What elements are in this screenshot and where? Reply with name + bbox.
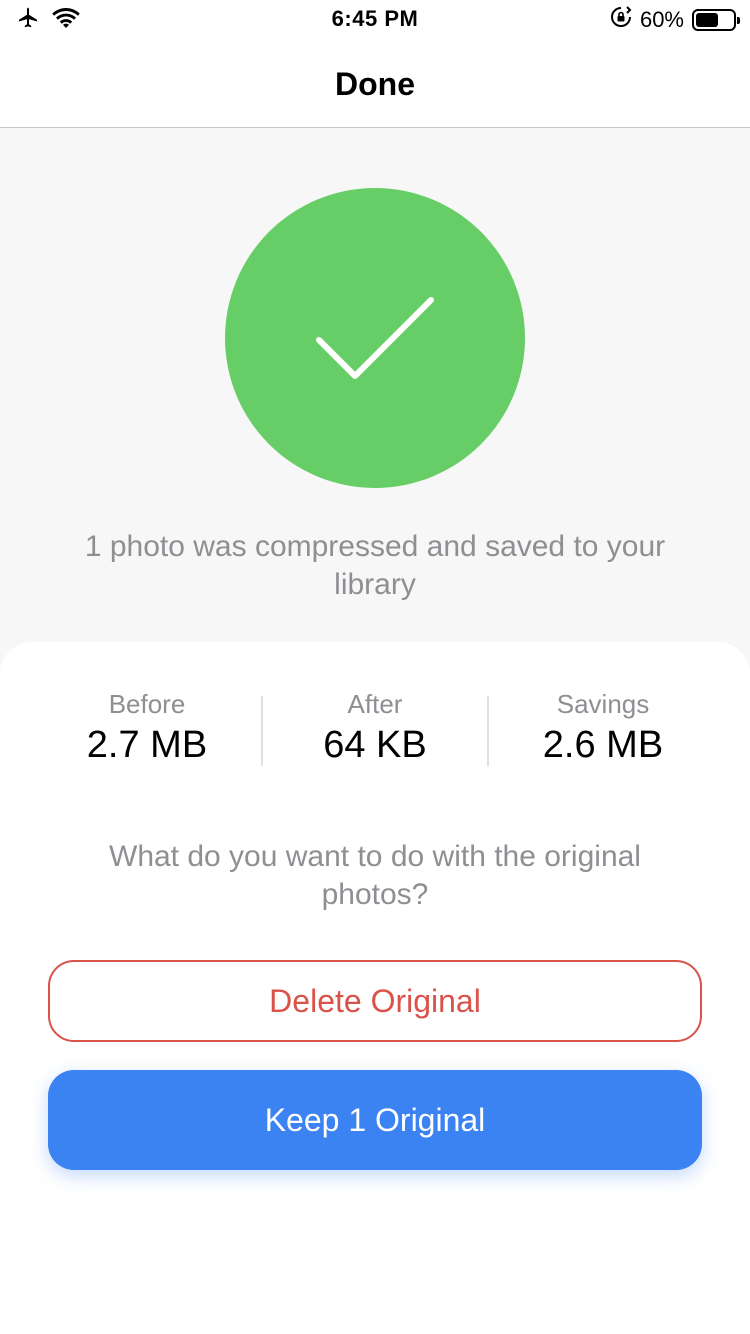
stat-before-label: Before bbox=[108, 689, 186, 719]
stat-before: Before 2.7 MB bbox=[32, 688, 262, 770]
stat-savings-label: Savings bbox=[556, 689, 650, 719]
original-photos-question: What do you want to do with the original… bbox=[109, 840, 641, 911]
battery-cap bbox=[737, 16, 740, 24]
battery-fill bbox=[696, 12, 718, 27]
stat-savings: Savings 2.6 MB bbox=[488, 688, 718, 770]
keep-original-button[interactable]: Keep 1 Original bbox=[48, 1070, 702, 1170]
battery-icon bbox=[692, 8, 740, 31]
screen: 6:45 PM 60% Done 1 photo was compressed … bbox=[0, 0, 750, 1334]
stat-after-value: 64 KB bbox=[323, 724, 427, 766]
stat-before-value: 2.7 MB bbox=[86, 724, 208, 766]
status-bar: 6:45 PM 60% bbox=[0, 0, 750, 40]
orientation-lock-icon bbox=[610, 6, 632, 33]
delete-original-button[interactable]: Delete Original bbox=[48, 960, 702, 1042]
page-title[interactable]: Done bbox=[0, 66, 750, 103]
checkmark-icon bbox=[316, 297, 434, 379]
status-right: 60% bbox=[610, 6, 740, 33]
navigation-bar: Done bbox=[0, 40, 750, 128]
success-circle bbox=[225, 188, 525, 488]
stat-after-label: After bbox=[347, 689, 403, 719]
stats-row: Before 2.7 MB After 64 KB Savings 2.6 MB bbox=[0, 688, 750, 768]
results-card: Before 2.7 MB After 64 KB Savings 2.6 MB… bbox=[0, 642, 750, 1334]
battery-percent: 60% bbox=[639, 6, 684, 32]
success-message: 1 photo was compressed and saved to your… bbox=[84, 530, 666, 601]
stat-savings-value: 2.6 MB bbox=[542, 724, 664, 766]
stat-after: After 64 KB bbox=[260, 688, 490, 770]
